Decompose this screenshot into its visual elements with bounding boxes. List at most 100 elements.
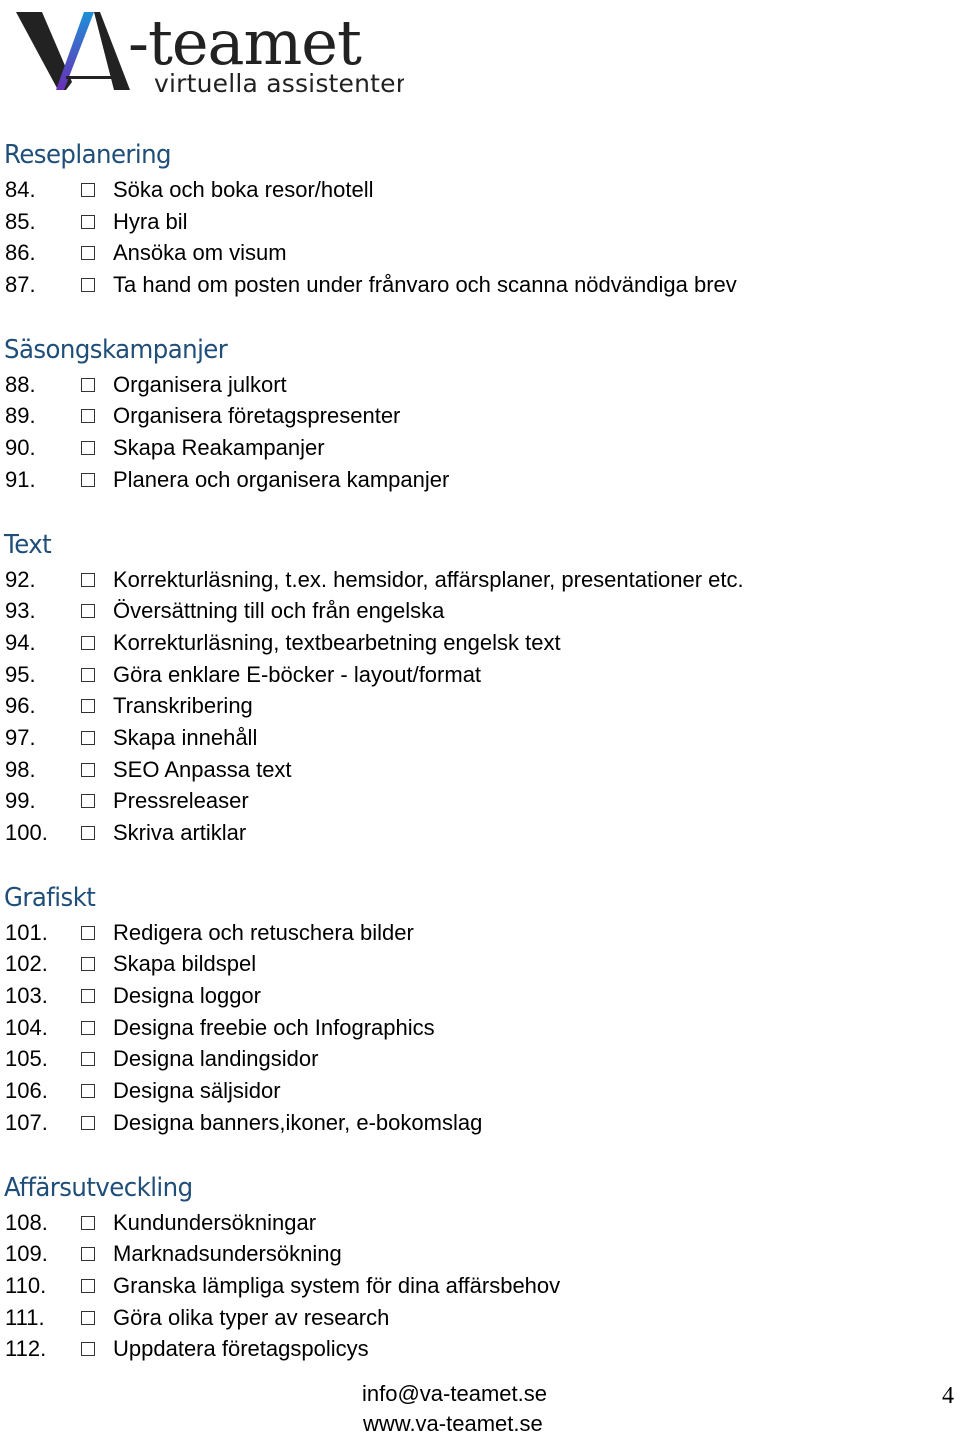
- item-label: Organisera julkort: [113, 371, 287, 397]
- logo-tagline: virtuella assistenter: [154, 69, 404, 98]
- item-label: Hyra bil: [113, 208, 188, 234]
- item-label: SEO Anpassa text: [113, 756, 292, 782]
- checkbox-icon[interactable]: [81, 1278, 95, 1293]
- checkbox-icon[interactable]: [81, 635, 95, 650]
- item-label: Korrekturläsning, t.ex. hemsidor, affärs…: [113, 566, 744, 592]
- item-number: 97.: [5, 724, 36, 750]
- footer-email-link[interactable]: info@va-teamet.se: [362, 1378, 547, 1410]
- va-teamet-logo: -teamet virtuella assistenter: [14, 4, 404, 100]
- item-label: Granska lämpliga system för dina affärsb…: [113, 1272, 561, 1298]
- item-number: 110.: [5, 1272, 47, 1298]
- checkbox-icon[interactable]: [81, 989, 95, 1004]
- item-label: Designa säljsidor: [113, 1078, 281, 1104]
- item-number: 112.: [5, 1336, 47, 1362]
- item-label: Ansöka om visum: [113, 240, 287, 266]
- checklist-item: 108. Kundundersökningar: [0, 1207, 960, 1239]
- checkbox-icon[interactable]: [81, 409, 95, 424]
- checkbox-icon[interactable]: [81, 762, 95, 777]
- item-number: 92.: [5, 566, 36, 592]
- checklist-item: 93. Översättning till och från engelska: [0, 595, 960, 627]
- section-heading: Reseplanering: [4, 140, 172, 170]
- item-label: Organisera företagspresenter: [113, 403, 401, 429]
- checkbox-icon[interactable]: [81, 572, 95, 587]
- item-label: Översättning till och från engelska: [113, 598, 445, 624]
- checkbox-icon[interactable]: [81, 794, 95, 809]
- item-number: 96.: [5, 693, 36, 719]
- section-heading: Text: [4, 529, 52, 560]
- checklist-item: 90. Skapa Reakampanjer: [0, 432, 960, 464]
- section-reseplanering: Reseplanering 84. Söka och boka resor/hote…: [0, 136, 960, 301]
- checklist-item: 112. Uppdatera företagspolicys: [0, 1333, 960, 1365]
- item-number: 101.: [5, 919, 48, 945]
- item-number: 90.: [5, 435, 36, 461]
- page-number: 4: [942, 1383, 954, 1409]
- checkbox-icon[interactable]: [81, 472, 95, 487]
- checklist-item: 94. Korrekturläsning, textbearbetning eng…: [0, 627, 960, 659]
- checkbox-icon[interactable]: [81, 667, 95, 682]
- item-label: Göra enklare E-böcker - layout/format: [113, 661, 482, 687]
- checklist-item: 99. Pressreleaser: [0, 785, 960, 817]
- section-heading: Säsongskampanjer: [4, 334, 228, 365]
- item-number: 95.: [5, 661, 36, 687]
- checklist-item: 109. Marknadsundersökning: [0, 1238, 960, 1270]
- item-number: 84.: [5, 177, 36, 202]
- item-number: 87.: [5, 272, 36, 298]
- checklist-item: 84. Söka och boka resor/hotell: [0, 174, 960, 206]
- checkbox-icon[interactable]: [81, 957, 95, 972]
- item-number: 109.: [5, 1241, 48, 1267]
- item-label: Göra olika typer av research: [113, 1304, 390, 1330]
- item-number: 91.: [5, 466, 36, 492]
- item-label: Kundundersökningar: [113, 1209, 317, 1235]
- checkbox-icon[interactable]: [81, 1310, 95, 1325]
- checkbox-icon[interactable]: [81, 214, 95, 229]
- item-label: Redigera och retuschera bilder: [113, 919, 414, 945]
- item-label: Uppdatera företagspolicys: [113, 1336, 369, 1362]
- checkbox-icon[interactable]: [81, 183, 95, 197]
- checklist-item: 97. Skapa innehåll: [0, 722, 960, 754]
- item-number: 100.: [5, 820, 48, 845]
- item-label: Skriva artiklar: [113, 820, 247, 845]
- item-number: 108.: [5, 1209, 48, 1235]
- item-number: 102.: [5, 951, 48, 977]
- checkbox-icon[interactable]: [81, 278, 95, 293]
- checkbox-icon[interactable]: [81, 441, 95, 456]
- item-number: 106.: [5, 1078, 48, 1104]
- checklist-item: 105. Designa landingsidor: [0, 1043, 960, 1075]
- item-number: 105.: [5, 1046, 48, 1072]
- checkbox-icon[interactable]: [81, 1052, 95, 1067]
- item-label: Söka och boka resor/hotell: [113, 177, 374, 202]
- checklist-item: 111. Göra olika typer av research: [0, 1302, 960, 1334]
- item-number: 94.: [5, 629, 36, 655]
- item-number: 111.: [5, 1304, 45, 1330]
- item-label: Marknadsundersökning: [113, 1241, 342, 1267]
- checkbox-icon[interactable]: [81, 826, 95, 840]
- checkbox-icon[interactable]: [81, 1020, 95, 1035]
- checklist-item: 88. Organisera julkort: [0, 369, 960, 401]
- checklist-item: 107. Designa banners,ikoner, e-bokomslag: [0, 1107, 960, 1139]
- section-affärsutveckling: Affärsutveckling 108. Kundundersökningar 10…: [0, 1169, 960, 1365]
- item-label: Designa landingsidor: [113, 1046, 319, 1072]
- checkbox-icon[interactable]: [81, 925, 95, 940]
- checkbox-icon[interactable]: [81, 1115, 95, 1130]
- checkbox-icon[interactable]: [81, 699, 95, 714]
- checkbox-icon[interactable]: [81, 1342, 95, 1357]
- checkbox-icon[interactable]: [81, 1084, 95, 1099]
- checklist-item: 98. SEO Anpassa text: [0, 754, 960, 786]
- checkbox-icon[interactable]: [81, 604, 95, 619]
- item-number: 86.: [5, 240, 36, 266]
- checklist-item: 106. Designa säljsidor: [0, 1075, 960, 1107]
- item-number: 85.: [5, 208, 36, 234]
- checkbox-icon[interactable]: [81, 730, 95, 745]
- checklist-item: 110. Granska lämpliga system för dina aff…: [0, 1270, 960, 1302]
- checklist-item: 102. Skapa bildspel: [0, 948, 960, 980]
- checkbox-icon[interactable]: [81, 1215, 95, 1230]
- checklist-item: 85. Hyra bil: [0, 206, 960, 238]
- checklist-item: 103. Designa loggor: [0, 980, 960, 1012]
- checklist-item: 100. Skriva artiklar: [0, 817, 960, 849]
- checkbox-icon[interactable]: [81, 246, 95, 261]
- item-label: Korrekturläsning, textbearbetning engels…: [113, 629, 561, 655]
- checkbox-icon[interactable]: [81, 377, 95, 392]
- checkbox-icon[interactable]: [81, 1247, 95, 1262]
- checklist-item: 95. Göra enklare E-böcker - layout/format: [0, 659, 960, 691]
- checklist-item: 89. Organisera företagspresenter: [0, 400, 960, 432]
